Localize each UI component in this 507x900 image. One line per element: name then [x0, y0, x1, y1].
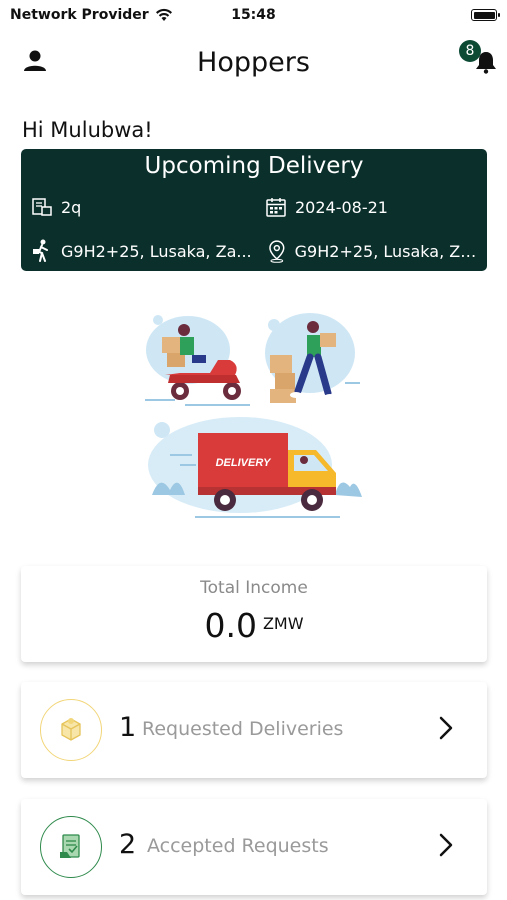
total-income-card: Total Income 0.0 ZMW — [21, 566, 487, 662]
date-text: 2024-08-21 — [295, 197, 388, 217]
status-bar: Network Provider 15:48 — [0, 0, 507, 30]
dropoff-location: G9H2+25, Lusaka, Za... — [267, 239, 482, 263]
carrier-name: Network Provider — [10, 7, 149, 23]
courier-walking-icon — [33, 239, 48, 262]
delivery-box-icon — [61, 718, 81, 741]
delivery-quantity: 2q — [31, 196, 251, 218]
battery-icon — [471, 9, 500, 21]
accepted-requests-count: 2 — [119, 829, 137, 860]
wifi-icon — [155, 8, 172, 21]
location-pin-icon — [269, 240, 285, 263]
calendar-icon — [266, 198, 286, 217]
greeting-text: Hi Mulubwa! — [22, 118, 153, 142]
income-label: Total Income — [200, 578, 308, 598]
accepted-requests-label: Accepted Requests — [147, 835, 329, 857]
accepted-document-icon — [60, 834, 80, 858]
chevron-right-icon — [439, 833, 453, 857]
cargo-icon — [32, 198, 52, 216]
truck-label: DELIVERY — [216, 457, 272, 469]
income-value-row: 0.0 ZMW — [21, 606, 487, 645]
profile-icon[interactable] — [22, 48, 48, 74]
app-header: Hoppers 8 — [0, 40, 507, 84]
delivery-box-icon-circle — [40, 699, 102, 761]
requested-deliveries-label: Requested Deliveries — [142, 718, 344, 740]
delivery-illustration: DELIVERY — [145, 313, 362, 518]
app-title: Hoppers — [197, 46, 310, 78]
delivery-date: 2024-08-21 — [265, 196, 480, 218]
requested-deliveries-card[interactable]: 1 Requested Deliveries — [21, 682, 487, 778]
income-value: 0.0 — [204, 606, 257, 645]
upcoming-delivery-card[interactable]: Upcoming Delivery 2q 2024-08-21 G9H2+25,… — [21, 149, 487, 271]
notifications-button[interactable]: 8 — [459, 40, 499, 80]
notification-badge: 8 — [459, 40, 481, 62]
chevron-right-icon — [439, 716, 453, 740]
accepted-requests-card[interactable]: 2 Accepted Requests — [21, 799, 487, 895]
requested-deliveries-count: 1 — [119, 712, 137, 743]
status-left: Network Provider — [10, 7, 173, 23]
pickup-location: G9H2+25, Lusaka, Za... — [31, 239, 253, 263]
dropoff-location-text: G9H2+25, Lusaka, Za... — [294, 241, 482, 261]
accepted-document-icon-circle — [40, 816, 102, 878]
quantity-text: 2q — [61, 197, 82, 217]
upcoming-delivery-title: Upcoming Delivery — [144, 153, 364, 179]
pickup-location-text: G9H2+25, Lusaka, Za... — [61, 241, 252, 261]
income-currency: ZMW — [262, 614, 304, 633]
